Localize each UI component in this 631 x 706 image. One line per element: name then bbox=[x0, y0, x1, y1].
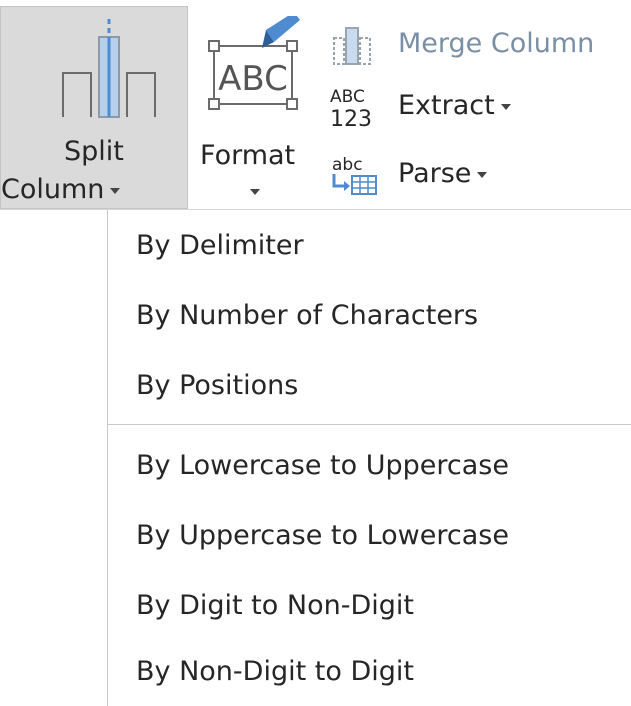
merge-columns-button[interactable]: Merge Column bbox=[326, 18, 626, 72]
menu-item-by-non-digit-to-digit[interactable]: By Non-Digit to Digit bbox=[108, 642, 631, 704]
svg-text:ABC: ABC bbox=[330, 87, 365, 107]
menu-separator bbox=[108, 424, 631, 425]
abc-123-icon: ABC 123 bbox=[330, 87, 372, 132]
extract-label: Extract bbox=[398, 89, 511, 123]
split-column-dropdown-menu: By Delimiter By Number of Characters By … bbox=[0, 210, 631, 706]
merge-columns-icon bbox=[333, 27, 371, 65]
split-column-label-line2: Column bbox=[1, 174, 121, 206]
split-column-button[interactable]: Split Column bbox=[0, 6, 188, 209]
svg-text:ABC: ABC bbox=[218, 59, 288, 99]
chevron-down-icon bbox=[250, 189, 260, 195]
menu-item-label: By Delimiter bbox=[136, 230, 304, 261]
menu-item-label: By Positions bbox=[136, 370, 299, 401]
menu-item-by-lowercase-to-uppercase[interactable]: By Lowercase to Uppercase bbox=[108, 436, 631, 498]
menu-item-by-number-of-characters[interactable]: By Number of Characters bbox=[108, 286, 631, 348]
format-abc-pen-icon: ABC bbox=[208, 16, 300, 110]
menu-item-by-uppercase-to-lowercase[interactable]: By Uppercase to Lowercase bbox=[108, 506, 631, 568]
format-label: Format bbox=[200, 140, 296, 171]
svg-text:123: 123 bbox=[330, 107, 372, 132]
menu-item-label: By Uppercase to Lowercase bbox=[136, 520, 509, 551]
menu-item-by-digit-to-non-digit[interactable]: By Digit to Non-Digit bbox=[108, 576, 631, 638]
menu-item-label: By Non-Digit to Digit bbox=[136, 656, 414, 687]
extract-label-text: Extract bbox=[398, 90, 495, 121]
menu-item-label: By Number of Characters bbox=[136, 300, 479, 331]
parse-label-text: Parse bbox=[398, 158, 472, 189]
menu-item-label: By Digit to Non-Digit bbox=[136, 590, 414, 621]
svg-text:abc: abc bbox=[332, 155, 363, 175]
split-column-label-line1: Split bbox=[64, 136, 124, 167]
chevron-down-icon bbox=[477, 171, 488, 178]
menu-item-by-positions[interactable]: By Positions bbox=[108, 356, 631, 418]
menu-item-label: By Lowercase to Uppercase bbox=[136, 450, 509, 481]
menu-item-by-delimiter[interactable]: By Delimiter bbox=[108, 216, 631, 278]
parse-icon: abc bbox=[332, 155, 377, 195]
parse-label: Parse bbox=[398, 157, 488, 191]
merge-columns-label: Merge Column bbox=[398, 28, 595, 59]
extract-button[interactable]: ABC 123 Extract bbox=[326, 80, 626, 134]
split-column-icon bbox=[62, 19, 156, 118]
parse-button[interactable]: abc Parse bbox=[326, 148, 626, 202]
split-column-label-text: Column bbox=[1, 174, 105, 205]
chevron-down-icon bbox=[110, 187, 121, 194]
ribbon: Split Column ABC Format Merge Column ABC… bbox=[0, 0, 631, 210]
format-button[interactable]: ABC Format bbox=[192, 6, 316, 209]
chevron-down-icon bbox=[500, 103, 511, 110]
